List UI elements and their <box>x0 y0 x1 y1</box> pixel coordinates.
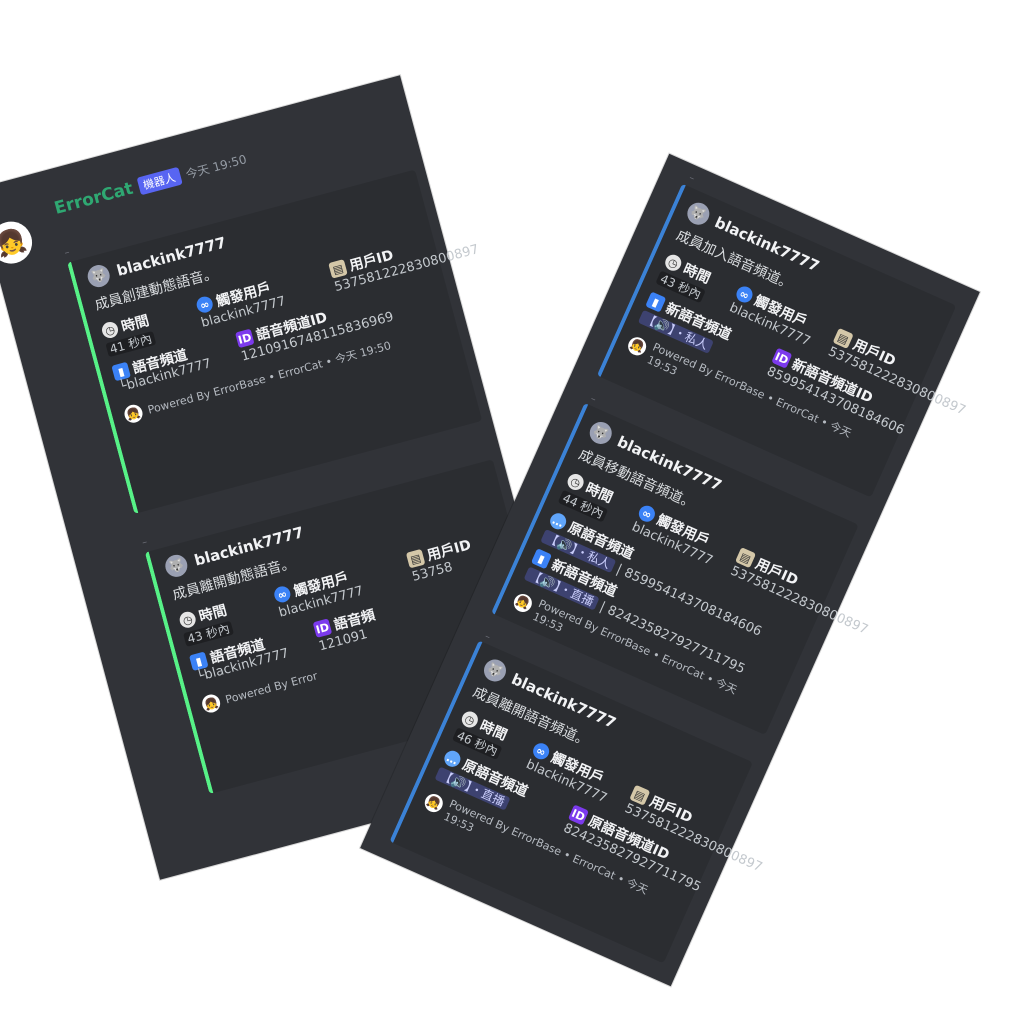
bot-username[interactable]: ErrorCat <box>52 179 135 219</box>
wolf-avatar-icon: 🐺 <box>683 199 713 229</box>
infinity-icon: ∞ <box>194 294 215 315</box>
clock-icon: ◷ <box>100 320 120 340</box>
infinity-icon: ∞ <box>272 584 293 605</box>
separator: – <box>63 246 71 259</box>
embed-card: 🐺 blackink7777 成員創建動態語音。 ◷ 時間 41 秒內 ∞ 觸發用戶… <box>67 169 483 514</box>
clock-icon: ◷ <box>177 609 198 630</box>
footer-avatar-icon: 👧 <box>625 333 650 358</box>
footer-avatar-icon: 👧 <box>422 790 446 815</box>
message-timestamp: 今天 19:50 <box>184 151 249 182</box>
id-card-icon: ▤ <box>405 548 426 569</box>
footer-avatar-icon: 👧 <box>122 402 145 425</box>
wolf-avatar-icon: 🐺 <box>586 418 616 448</box>
separator: – <box>588 393 598 406</box>
separator: – <box>482 631 492 644</box>
id-badge-icon: ID <box>234 328 255 349</box>
separator: – <box>140 536 149 549</box>
bot-avatar[interactable]: 👧 <box>0 216 37 269</box>
separator: – <box>687 172 697 185</box>
wolf-avatar-icon: 🐺 <box>85 262 113 290</box>
id-card-icon: ▤ <box>328 259 348 279</box>
id-badge-icon: ID <box>312 618 333 638</box>
wolf-avatar-icon: 🐺 <box>162 552 190 580</box>
message-header: ErrorCat 機器人 今天 19:50 <box>52 148 248 219</box>
footer-avatar-icon: 👧 <box>511 590 535 615</box>
wolf-avatar-icon: 🐺 <box>480 655 510 686</box>
footer-avatar-icon: 👧 <box>200 692 223 715</box>
bot-badge: 機器人 <box>136 166 183 196</box>
